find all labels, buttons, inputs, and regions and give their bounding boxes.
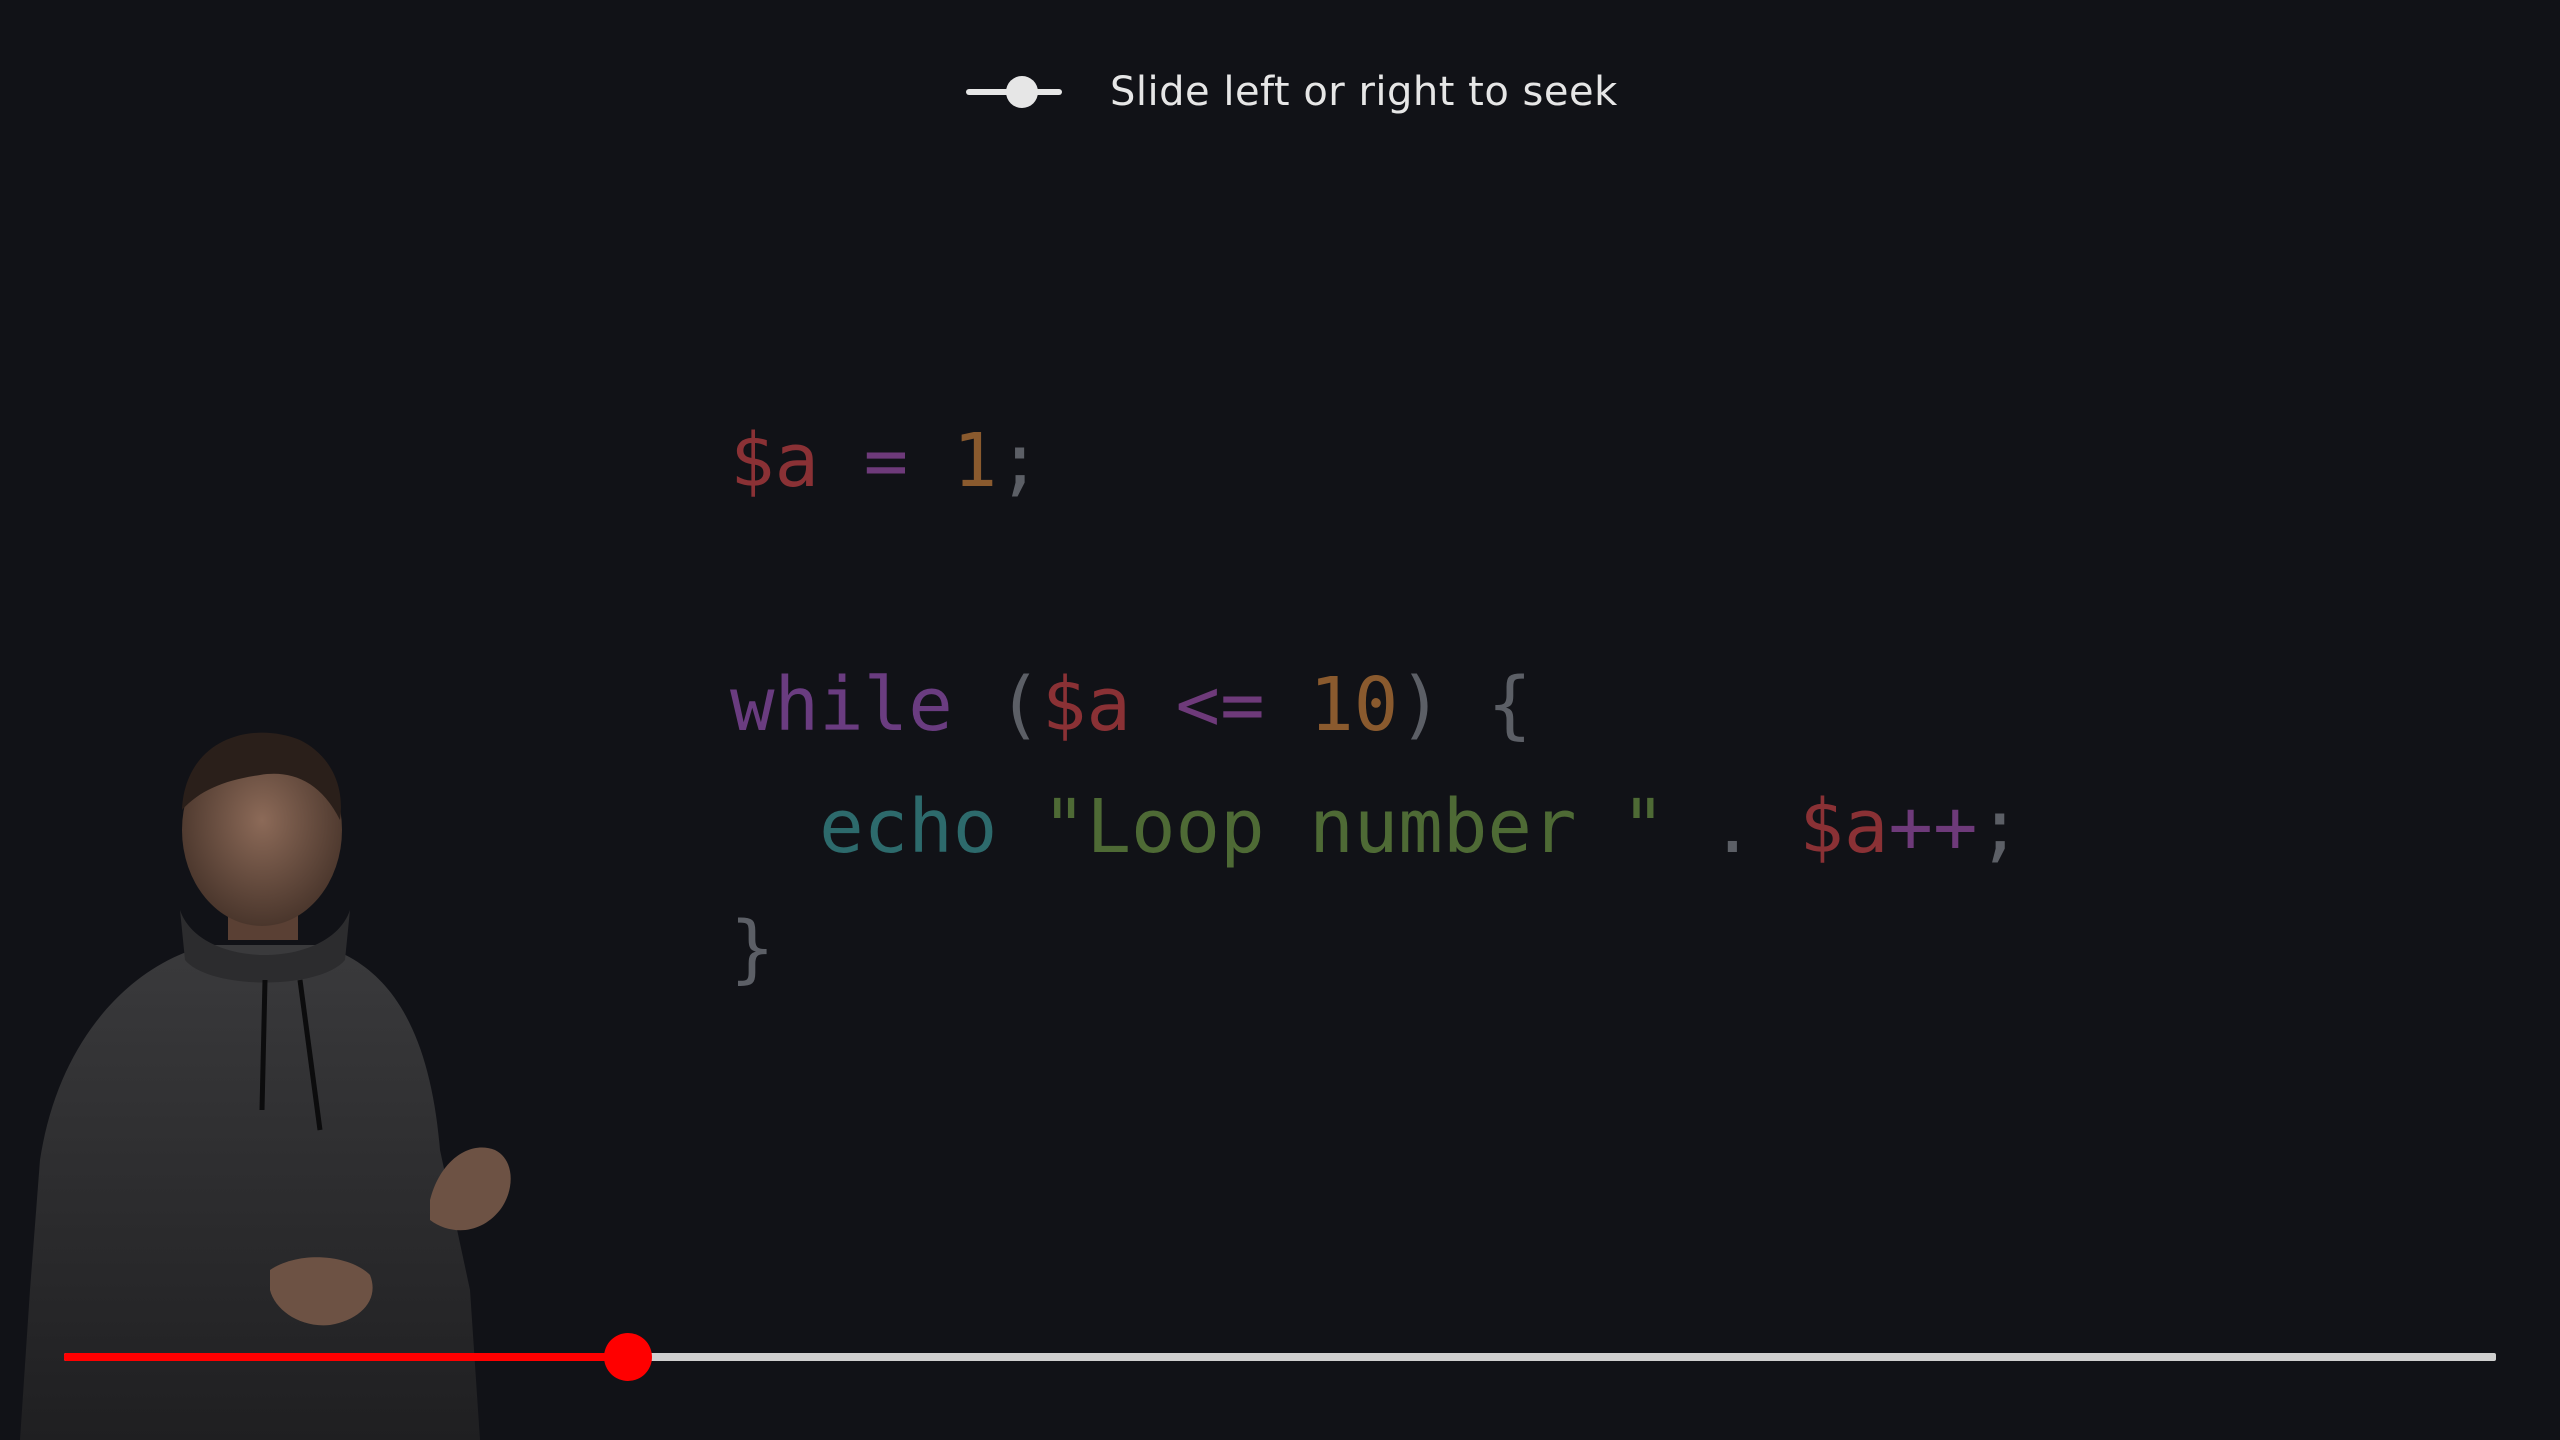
code-token: "Loop number " <box>1041 784 1666 870</box>
presenter-video <box>20 732 511 1440</box>
progress-bar[interactable] <box>64 1333 2496 1381</box>
code-token: while <box>730 662 953 748</box>
slider-icon <box>966 72 1062 112</box>
progress-scrubber-handle[interactable] <box>604 1333 653 1381</box>
code-token: <= <box>1175 662 1265 748</box>
code-line: echo "Loop number " . $a++; <box>730 766 2022 888</box>
code-token: $a <box>1799 784 1889 870</box>
seek-hint: Slide left or right to seek <box>966 62 1618 122</box>
video-player[interactable]: Slide left or right to seek $a = 1; while… <box>0 0 2560 1440</box>
code-line: } <box>730 888 2022 1010</box>
code-token: = <box>863 418 909 504</box>
code-token: 1 <box>952 418 998 504</box>
code-token: $a <box>1041 662 1131 748</box>
code-token: ; <box>997 418 1042 504</box>
code-token: echo <box>819 784 998 870</box>
code-line: while ($a <= 10) { <box>730 644 2022 766</box>
code-token: 10 <box>1309 662 1399 748</box>
code-line: $a = 1; <box>730 400 2022 522</box>
code-token: ++ <box>1888 784 1978 870</box>
code-token: ) { <box>1398 662 1532 748</box>
code-snippet: $a = 1; while ($a <= 10) { echo "Loop num… <box>730 400 2022 1010</box>
progress-played <box>64 1353 629 1361</box>
code-token: ( <box>952 662 1042 748</box>
code-token: } <box>730 906 775 992</box>
seek-hint-text: Slide left or right to seek <box>1110 69 1618 115</box>
code-token: $a <box>730 418 820 504</box>
code-token: ; <box>1977 784 2023 870</box>
code-token: . <box>1665 784 1800 870</box>
